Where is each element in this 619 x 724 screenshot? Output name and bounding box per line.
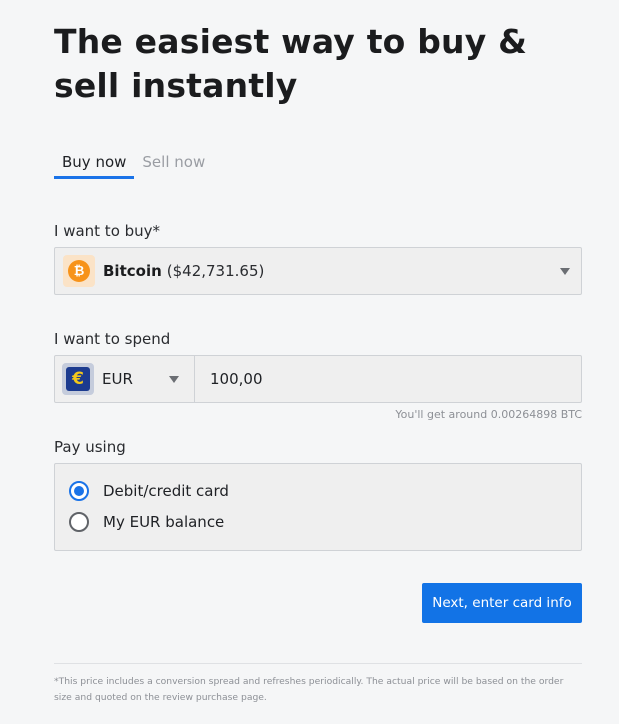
payment-option-balance[interactable]: My EUR balance: [69, 512, 224, 532]
radio-button-unchecked[interactable]: [69, 512, 89, 532]
bitcoin-icon: ₿: [63, 255, 95, 287]
divider: [54, 663, 582, 664]
asset-name: Bitcoin: [103, 262, 162, 280]
currency-select[interactable]: € EUR: [55, 356, 195, 402]
radio-dot: [74, 486, 84, 496]
bitcoin-glyph: ₿: [68, 260, 90, 282]
radio-button-checked[interactable]: [69, 481, 89, 501]
buy-label: I want to buy*: [54, 222, 161, 240]
tab-buy-now[interactable]: Buy now: [54, 150, 135, 179]
spend-input-group: € EUR: [54, 355, 582, 403]
pay-using-label: Pay using: [54, 438, 126, 456]
amount-input[interactable]: [195, 356, 581, 402]
payment-option-label: My EUR balance: [103, 513, 225, 531]
price-footnote: *This price includes a conversion spread…: [54, 676, 564, 703]
euro-glyph: €: [66, 367, 90, 391]
asset-select[interactable]: ₿ Bitcoin ($42,731.65): [54, 247, 582, 295]
tab-sell-now[interactable]: Sell now: [134, 150, 213, 179]
spend-label: I want to spend: [54, 330, 171, 348]
buy-sell-tabs: Buy now Sell now: [54, 150, 213, 180]
currency-code: EUR: [102, 370, 133, 388]
page-title: The easiest way to buy & sell instantly: [54, 22, 528, 105]
asset-price: ($42,731.65): [166, 262, 265, 280]
payment-option-card[interactable]: Debit/credit card: [69, 481, 229, 501]
payment-method-group: Debit/credit card My EUR balance: [54, 463, 582, 551]
payment-option-label: Debit/credit card: [103, 482, 229, 500]
buy-sell-page: The easiest way to buy & sell instantly …: [0, 0, 619, 724]
next-button[interactable]: Next, enter card info: [422, 583, 582, 623]
chevron-down-icon: [560, 268, 570, 275]
euro-icon: €: [62, 363, 94, 395]
btc-estimate: You'll get around 0.00264898 BTC: [395, 408, 582, 421]
chevron-down-icon: [169, 376, 179, 383]
